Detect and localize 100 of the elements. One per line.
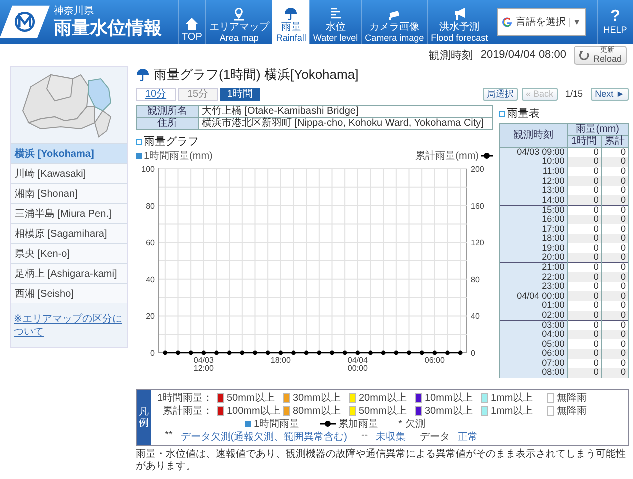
table-cell: 0	[601, 301, 628, 311]
square-bullet-icon	[499, 110, 505, 116]
area-item[interactable]: 足柄上 [Ashigara-kami]	[11, 263, 127, 283]
axis-tick-label: 18:00	[270, 356, 291, 365]
legend-label: 50mm以上	[227, 392, 275, 405]
table-cell: 0	[567, 301, 602, 311]
legend-label: 20mm以上	[359, 392, 407, 405]
observation-time: 2019/04/04 08:00	[480, 49, 566, 61]
area-item[interactable]: 三浦半島 [Miura Pen.]	[11, 203, 127, 223]
table-cell: 0	[601, 243, 628, 254]
column-header: 雨量(mm)	[567, 124, 628, 136]
data-point	[240, 350, 245, 356]
area-map-info-link[interactable]: ※エリアマップの区分について	[14, 313, 124, 339]
page-title: 雨量グラフ(1時間) 横浜[Yokohama]	[154, 66, 359, 84]
table-cell: 04:00	[500, 330, 568, 340]
umbrella-icon	[136, 68, 150, 82]
data-point	[394, 350, 399, 356]
area-item[interactable]: 西湘 [Seisho]	[11, 283, 127, 303]
axis-tick-label: 40	[471, 312, 480, 322]
table-cell: 0	[601, 224, 628, 234]
legend-label: 30mm以上	[293, 392, 341, 405]
axis-tick-label: 04/03 12:00	[194, 356, 214, 373]
interval-tab[interactable]: 10分	[136, 88, 176, 100]
data-point	[420, 350, 424, 356]
table-cell: 17:00	[500, 224, 568, 234]
area-item[interactable]: 川崎 [Kawasaki]	[11, 163, 127, 183]
legend-label: 80mm以上	[293, 404, 341, 418]
area-item[interactable]: 県央 [Ken-o]	[11, 243, 127, 263]
data-point	[458, 350, 463, 356]
data-point	[432, 350, 438, 356]
area-item[interactable]: 横浜 [Yokohama]	[11, 143, 127, 163]
axis-tick-label: 06:00	[424, 356, 445, 365]
column-header: 観測時刻	[500, 124, 568, 148]
line-marker-icon	[481, 152, 493, 160]
table-cell: 0	[601, 291, 628, 301]
table-cell: 18:00	[500, 234, 568, 244]
data-point	[304, 350, 309, 356]
legend-title: 凡例	[137, 390, 151, 445]
table-cell: 0	[601, 272, 628, 282]
table-cell: 0	[567, 157, 602, 167]
axis-tick-label: 20	[146, 312, 155, 322]
table-cell: 02:00	[500, 310, 568, 320]
home-icon	[185, 17, 200, 31]
table-cell: 0	[567, 320, 602, 330]
prefecture-name: 神奈川県	[54, 6, 95, 16]
legend-label: 無降雨	[557, 405, 587, 418]
legend-label: 30mm以上	[425, 404, 473, 418]
nav-tab[interactable]: TOP	[178, 0, 206, 44]
marker-symbol: *	[398, 418, 402, 430]
nav-tab[interactable]: 雨量 Rainfall	[272, 0, 310, 44]
reload-icon	[579, 50, 590, 60]
table-cell: 0	[567, 195, 602, 206]
data-point	[214, 350, 219, 356]
area-item[interactable]: 湘南 [Shonan]	[11, 183, 127, 203]
info-label: 観測所名	[136, 106, 198, 118]
data-point	[368, 350, 373, 356]
data-point	[381, 350, 386, 356]
disclaimer-note: 雨量・水位値は、速報値であり、観測機器の故障や通信異常による異常値がそのまま表示されてしまう可能性があります。	[136, 449, 627, 473]
nav-tab[interactable]: カメラ画像 Camera image	[361, 0, 428, 44]
next-button[interactable]: Next ►	[591, 88, 629, 100]
axis-tick-label: 60	[146, 238, 155, 248]
data-point	[342, 350, 348, 356]
map-pin-icon	[232, 7, 246, 21]
axis-label-text: 累計雨量(mm)	[416, 150, 479, 163]
interval-tab[interactable]: 1時間	[220, 88, 260, 100]
table-cell: 21:00	[500, 262, 568, 272]
page-position: 1/15	[564, 89, 584, 99]
data-point	[278, 350, 284, 356]
table-cell: 0	[567, 262, 602, 272]
table-cell: 0	[601, 320, 628, 330]
code-symbol: データ	[420, 431, 450, 444]
axis-tick-label: 120	[471, 238, 484, 248]
nav-tab[interactable]: 洪水予測 Flood forecast	[427, 0, 492, 44]
table-cell: 08:00	[500, 368, 568, 378]
section-heading: 雨量グラフ	[144, 135, 199, 149]
table-cell: 0	[601, 195, 628, 206]
line-marker-icon	[320, 420, 336, 428]
table-cell: 0	[601, 262, 628, 272]
table-cell: 0	[567, 224, 602, 234]
site-title: 雨量水位情報	[54, 16, 162, 38]
square-bullet-icon	[136, 138, 142, 144]
table-cell: 23:00	[500, 282, 568, 292]
table-cell: 0	[567, 176, 602, 186]
legend-label: 累加雨量	[338, 418, 379, 431]
axis-label-text: 1時間雨量(mm)	[144, 150, 213, 163]
nav-tab[interactable]: 水位 Water level	[309, 0, 362, 44]
table-cell: 12:00	[500, 176, 568, 186]
table-cell: 11:00	[500, 166, 568, 176]
umbrella-icon	[284, 7, 298, 21]
table-cell: 0	[567, 243, 602, 254]
help-button[interactable]: ? HELP	[597, 0, 633, 44]
table-cell: 15:00	[500, 205, 568, 215]
language-select[interactable]: 言語を選択 ▼	[497, 8, 586, 36]
info-label: 住所	[136, 118, 198, 130]
legend-row-label: 1時間雨量：	[156, 392, 214, 405]
station-select-button[interactable]: 局選択	[483, 88, 518, 100]
megaphone-icon	[452, 7, 467, 21]
data-point	[202, 350, 206, 356]
area-item[interactable]: 相模原 [Sagamihara]	[11, 223, 127, 243]
data-point	[330, 350, 334, 356]
